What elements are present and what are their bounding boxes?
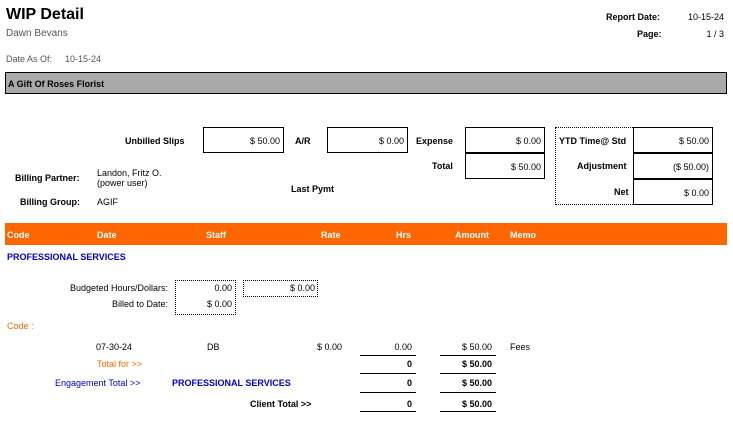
net-label: Net (614, 187, 629, 197)
billing-group-label: Billing Group: (20, 197, 80, 207)
col-rate: Rate (321, 230, 341, 240)
total-for-label: Total for >> (97, 359, 143, 369)
budgeted-hours: 0.00 (214, 283, 232, 293)
net-box: $ 0.00 (633, 179, 713, 205)
col-hrs: Hrs (396, 230, 412, 240)
rule-hrs-3 (360, 392, 416, 393)
billing-partner-role: (power user) (97, 178, 148, 188)
billed-value: $ 0.00 (206, 299, 232, 309)
total-for-amount: $ 50.00 (461, 359, 492, 369)
engagement-amount: $ 50.00 (461, 378, 492, 388)
section-title: PROFESSIONAL SERVICES (7, 252, 126, 262)
rule-hrs-4 (360, 411, 416, 412)
client-total-hrs: 0 (406, 399, 412, 409)
ytd-label: YTD Time@ Std (559, 136, 627, 146)
total-for-hrs: 0 (406, 359, 412, 369)
last-pymt-label: Last Pymt (291, 184, 335, 194)
col-date: Date (97, 230, 117, 240)
total-value: $ 50.00 (510, 162, 541, 172)
budgeted-label: Budgeted Hours/Dollars: (69, 283, 168, 293)
rule-hrs-1 (360, 355, 416, 356)
ar-box: $ 0.00 (327, 127, 408, 153)
rule-amount-4 (440, 411, 496, 412)
adjustment-box: ($ 50.00) (633, 153, 713, 179)
client-total-amount: $ 50.00 (461, 399, 492, 409)
total-box: $ 50.00 (465, 153, 545, 179)
billing-partner-name: Landon, Fritz O. (97, 168, 162, 178)
engagement-total-label: Engagement Total >> (55, 378, 141, 388)
unbilled-slips-label: Unbilled Slips (125, 136, 185, 146)
user-name: Dawn Bevans (6, 28, 68, 39)
entry-date: 07-30-24 (96, 342, 133, 352)
entry-amount: $ 50.00 (461, 342, 492, 352)
ar-value: $ 0.00 (378, 136, 404, 146)
report-date: 10-15-24 (687, 12, 724, 22)
col-code: Code (7, 230, 30, 240)
ar-label: A/R (295, 136, 311, 146)
date-as-of: 10-15-24 (65, 54, 102, 64)
total-label: Total (432, 161, 453, 171)
code-label: Code : (7, 321, 34, 331)
rule-amount-3 (440, 392, 496, 393)
expense-box: $ 0.00 (465, 127, 545, 153)
net-value: $ 0.00 (683, 188, 709, 198)
entry-hrs: 0.00 (394, 342, 412, 352)
unbilled-slips-value: $ 50.00 (249, 136, 280, 146)
adjustment-label: Adjustment (577, 161, 627, 171)
rule-amount-2 (440, 373, 496, 374)
rule-amount-1 (440, 355, 496, 356)
entry-staff: DB (207, 342, 220, 352)
date-as-of-label: Date As Of: (6, 54, 53, 64)
billed-label: Billed to Date: (111, 299, 168, 309)
expense-label: Expense (416, 136, 454, 146)
rule-hrs-2 (360, 373, 416, 374)
client-bar: A Gift Of Roses Florist (5, 72, 727, 94)
client-name: A Gift Of Roses Florist (8, 79, 105, 89)
unbilled-slips-box: $ 50.00 (203, 127, 284, 153)
page-number: 1 / 3 (706, 29, 724, 39)
col-memo: Memo (510, 230, 537, 240)
expense-value: $ 0.00 (515, 136, 541, 146)
entry-rate: $ 0.00 (316, 342, 342, 352)
billing-partner-label: Billing Partner: (15, 173, 80, 183)
ytd-value: $ 50.00 (678, 136, 709, 146)
page-label: Page: (637, 29, 662, 39)
entry-memo: Fees (510, 342, 531, 352)
billing-group: AGIF (97, 197, 119, 207)
engagement-name: PROFESSIONAL SERVICES (172, 378, 291, 388)
report-title: WIP Detail (6, 6, 84, 23)
client-total-label: Client Total >> (250, 399, 312, 409)
col-amount: Amount (455, 230, 489, 240)
report-date-label: Report Date: (606, 12, 661, 22)
adjustment-value: ($ 50.00) (672, 162, 709, 172)
engagement-hrs: 0 (406, 378, 412, 388)
budgeted-dollars: $ 0.00 (289, 283, 315, 293)
col-staff: Staff (206, 230, 226, 240)
column-header-bar: Code Date Staff Rate Hrs Amount Memo (5, 223, 727, 245)
ytd-box: $ 50.00 (633, 127, 713, 153)
